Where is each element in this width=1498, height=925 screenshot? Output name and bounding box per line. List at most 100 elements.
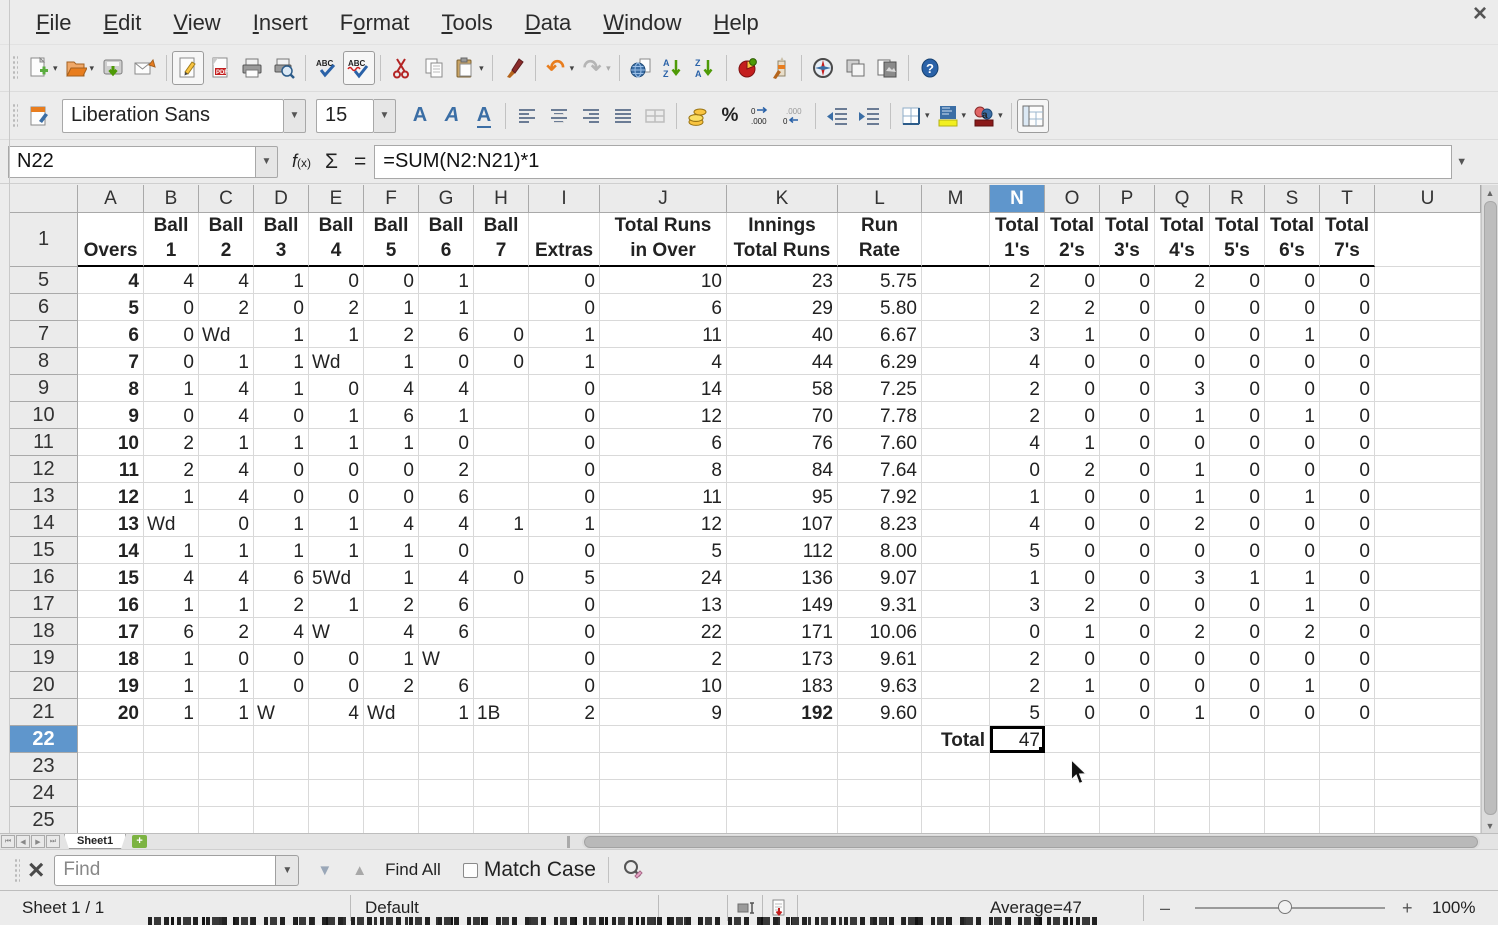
row-header-24[interactable]: 24 (10, 780, 78, 807)
cell-P13[interactable]: 0 (1100, 483, 1155, 510)
cell-N22[interactable]: 47 (990, 726, 1045, 753)
cell-K5[interactable]: 23 (727, 267, 838, 294)
cell-J21[interactable]: 9 (600, 699, 727, 726)
cell-F10[interactable]: 6 (364, 402, 419, 429)
cell-N19[interactable]: 2 (990, 645, 1045, 672)
cell-U25[interactable] (1375, 807, 1481, 833)
cell-O12[interactable]: 2 (1045, 456, 1100, 483)
cell-U24[interactable] (1375, 780, 1481, 807)
cell-N12[interactable]: 0 (990, 456, 1045, 483)
column-header-N[interactable]: N (990, 185, 1045, 213)
cell-I21[interactable]: 2 (529, 699, 600, 726)
cell-H13[interactable] (474, 483, 529, 510)
cell-K21[interactable]: 192 (727, 699, 838, 726)
new-document-button[interactable]: ▾ (24, 51, 61, 85)
cell-D22[interactable] (254, 726, 309, 753)
cell-C14[interactable]: 0 (199, 510, 254, 537)
cell-D5[interactable]: 1 (254, 267, 309, 294)
cell-C23[interactable] (199, 753, 254, 780)
find-next-icon[interactable]: ▼ (317, 862, 332, 879)
find-history-dropdown[interactable]: ▼ (276, 854, 300, 886)
cell-C19[interactable]: 0 (199, 645, 254, 672)
last-sheet-icon[interactable]: ⏭ (46, 835, 60, 848)
cell-I9[interactable]: 0 (529, 375, 600, 402)
cell-A16[interactable]: 15 (78, 564, 144, 591)
cell-M7[interactable] (922, 321, 990, 348)
cell-T20[interactable]: 0 (1320, 672, 1375, 699)
cell-I25[interactable] (529, 807, 600, 833)
cell-B1[interactable]: Ball 1 (144, 213, 199, 267)
cell-F24[interactable] (364, 780, 419, 807)
column-header-D[interactable]: D (254, 185, 309, 213)
cell-R23[interactable] (1210, 753, 1265, 780)
cell-O21[interactable]: 0 (1045, 699, 1100, 726)
cell-D23[interactable] (254, 753, 309, 780)
cell-L20[interactable]: 9.63 (838, 672, 922, 699)
cell-A17[interactable]: 16 (78, 591, 144, 618)
cell-F16[interactable]: 1 (364, 564, 419, 591)
cell-K15[interactable]: 112 (727, 537, 838, 564)
cell-J6[interactable]: 6 (600, 294, 727, 321)
menu-window[interactable]: Window (587, 0, 697, 45)
cell-R25[interactable] (1210, 807, 1265, 833)
column-header-C[interactable]: C (199, 185, 254, 213)
cell-O18[interactable]: 1 (1045, 618, 1100, 645)
decrease-indent-button[interactable] (821, 99, 853, 133)
cell-R21[interactable]: 0 (1210, 699, 1265, 726)
print-button[interactable] (236, 51, 268, 85)
cell-T8[interactable]: 0 (1320, 348, 1375, 375)
cell-B9[interactable]: 1 (144, 375, 199, 402)
cell-U22[interactable] (1375, 726, 1481, 753)
cell-Q5[interactable]: 2 (1155, 267, 1210, 294)
cell-P6[interactable]: 0 (1100, 294, 1155, 321)
align-left-button[interactable] (511, 99, 543, 133)
cell-U9[interactable] (1375, 375, 1481, 402)
cell-G25[interactable] (419, 807, 474, 833)
cell-G21[interactable]: 1 (419, 699, 474, 726)
cell-Q14[interactable]: 2 (1155, 510, 1210, 537)
cell-Q19[interactable]: 0 (1155, 645, 1210, 672)
cell-F20[interactable]: 2 (364, 672, 419, 699)
cell-J8[interactable]: 4 (600, 348, 727, 375)
cell-M9[interactable] (922, 375, 990, 402)
cell-G13[interactable]: 6 (419, 483, 474, 510)
column-header-T[interactable]: T (1320, 185, 1375, 213)
cell-M6[interactable] (922, 294, 990, 321)
cell-B14[interactable]: Wd (144, 510, 199, 537)
row-header-22[interactable]: 22 (10, 726, 78, 753)
cell-I1[interactable]: Extras (529, 213, 600, 267)
cell-F1[interactable]: Ball 5 (364, 213, 419, 267)
sort-ascending-button[interactable]: AZ (657, 51, 689, 85)
cell-K18[interactable]: 171 (727, 618, 838, 645)
cell-J7[interactable]: 11 (600, 321, 727, 348)
cell-L13[interactable]: 7.92 (838, 483, 922, 510)
first-sheet-icon[interactable]: ⏮ (1, 835, 15, 848)
styles-panel-button[interactable] (24, 99, 56, 133)
cell-C5[interactable]: 4 (199, 267, 254, 294)
cell-H1[interactable]: Ball 7 (474, 213, 529, 267)
cell-M23[interactable] (922, 753, 990, 780)
cell-A25[interactable] (78, 807, 144, 833)
cell-H6[interactable] (474, 294, 529, 321)
cell-G7[interactable]: 6 (419, 321, 474, 348)
cell-H16[interactable]: 0 (474, 564, 529, 591)
cell-K8[interactable]: 44 (727, 348, 838, 375)
zoom-percent-status[interactable]: 100% (1432, 891, 1475, 925)
cell-D19[interactable]: 0 (254, 645, 309, 672)
cell-P14[interactable]: 0 (1100, 510, 1155, 537)
row-header-25[interactable]: 25 (10, 807, 78, 833)
cell-T7[interactable]: 0 (1320, 321, 1375, 348)
cell-D12[interactable]: 0 (254, 456, 309, 483)
cell-T15[interactable]: 0 (1320, 537, 1375, 564)
cell-S5[interactable]: 0 (1265, 267, 1320, 294)
cell-H7[interactable]: 0 (474, 321, 529, 348)
cell-L1[interactable]: Run Rate (838, 213, 922, 267)
menu-help[interactable]: Help (698, 0, 775, 45)
spreadsheet-grid[interactable]: A B C D E F G H I J K L M N O P Q R S T U 1 Overs Ball 1 Ball 2B… (10, 185, 1481, 833)
cell-A1[interactable]: Overs (78, 213, 144, 267)
cell-F17[interactable]: 2 (364, 591, 419, 618)
cell-C20[interactable]: 1 (199, 672, 254, 699)
cell-F21[interactable]: Wd (364, 699, 419, 726)
cell-D15[interactable]: 1 (254, 537, 309, 564)
cell-Q18[interactable]: 2 (1155, 618, 1210, 645)
